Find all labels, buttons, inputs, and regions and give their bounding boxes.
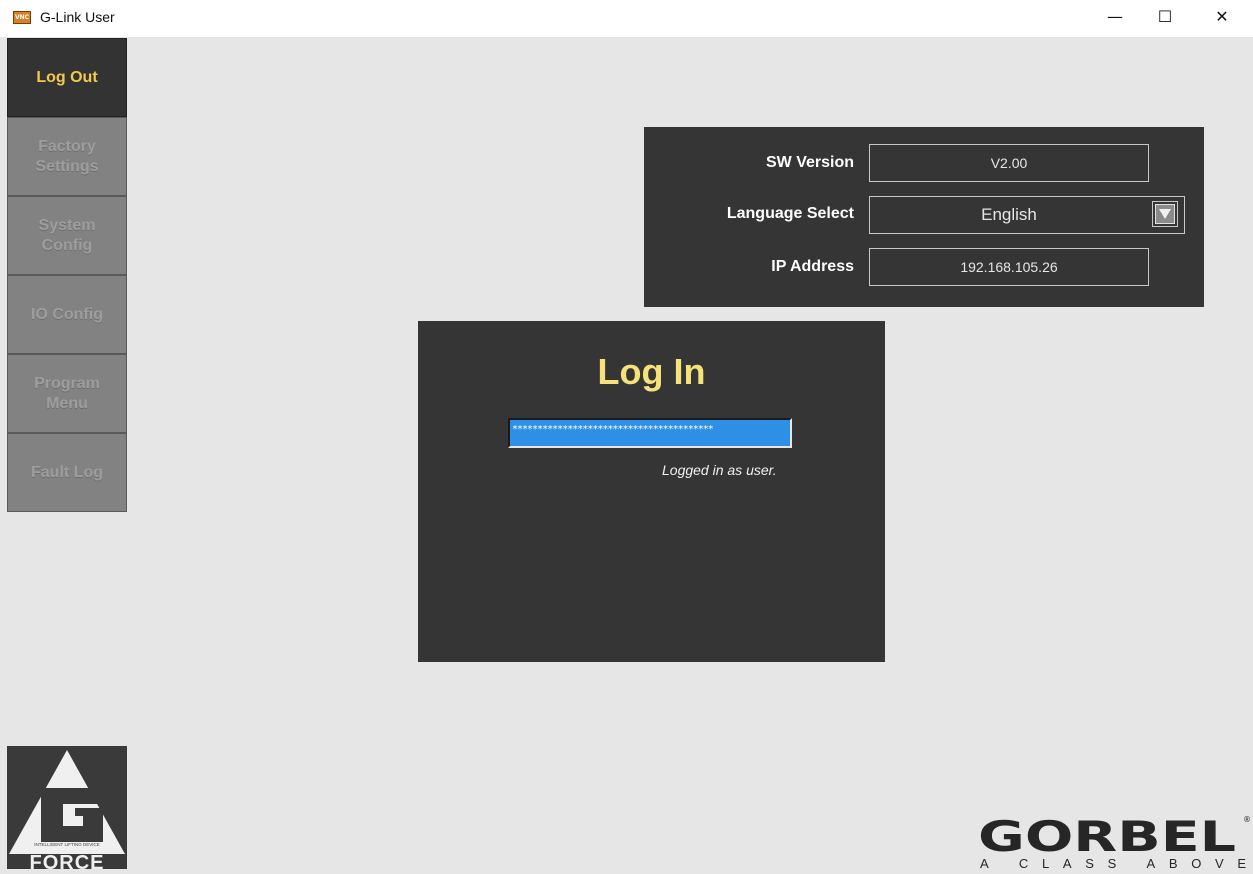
gorbel-wordmark: GORBEL: [978, 812, 1236, 861]
system-config-button[interactable]: System Config: [7, 196, 127, 275]
gorbel-logo: GORBEL ® A CLASS ABOVE: [975, 812, 1253, 871]
log-out-button[interactable]: Log Out: [7, 38, 127, 117]
login-title: Log In: [597, 351, 706, 392]
factory-settings-button[interactable]: Factory Settings: [7, 117, 127, 196]
registered-icon: ®: [1243, 815, 1251, 824]
sw-version-field: V2.00: [869, 144, 1149, 182]
sidebar: Log Out Factory Settings System Config I…: [7, 38, 127, 512]
g-force-logo: INTELLIGENT LIFTING DEVICE FORCE: [7, 746, 127, 869]
login-status-text: Logged in as user.: [662, 462, 777, 478]
app-icon: VNC: [13, 11, 31, 24]
login-panel: Log In *********************************…: [418, 321, 885, 662]
minimize-button[interactable]: —: [1092, 0, 1138, 33]
g-force-tagline: INTELLIGENT LIFTING DEVICE: [34, 842, 99, 847]
maximize-button[interactable]: ☐: [1142, 0, 1188, 33]
io-config-button[interactable]: IO Config: [7, 275, 127, 354]
language-select-label: Language Select: [726, 205, 854, 222]
ip-address-label: IP Address: [771, 258, 854, 275]
sw-version-label: SW Version: [765, 154, 854, 171]
g-force-wordmark: FORCE: [30, 852, 105, 869]
language-select-value: English: [981, 205, 1037, 224]
language-select-dropdown[interactable]: English: [869, 196, 1185, 234]
ip-address-field: 192.168.105.26: [869, 248, 1149, 286]
title-bar: VNC G-Link User — ☐ ✕: [0, 0, 1253, 37]
program-menu-button[interactable]: Program Menu: [7, 354, 127, 433]
close-button[interactable]: ✕: [1199, 0, 1245, 33]
system-info-panel: SW Version V2.00 Language Select English…: [644, 127, 1204, 307]
password-input[interactable]: ****************************************: [508, 418, 792, 448]
dropdown-arrow-button[interactable]: [1152, 201, 1178, 227]
window-title: G-Link User: [40, 9, 115, 25]
chevron-down-icon: [1155, 204, 1175, 224]
fault-log-button[interactable]: Fault Log: [7, 433, 127, 512]
